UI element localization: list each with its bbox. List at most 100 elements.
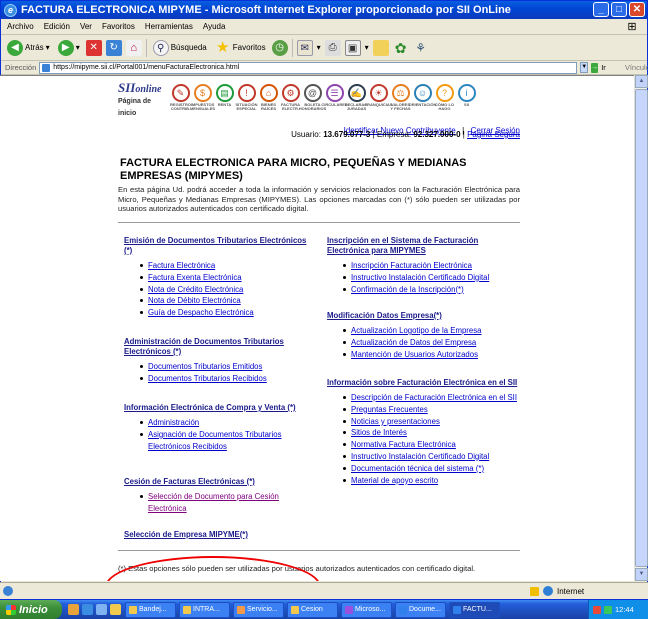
- links-label[interactable]: Vínculos: [625, 63, 648, 72]
- section-title[interactable]: Administración de Documentos Tributarios…: [124, 337, 284, 356]
- link-sitios-interes[interactable]: Sitios de Interés: [351, 428, 407, 437]
- link-instructivo-certificado[interactable]: Instructivo Instalación Certificado Digi…: [351, 273, 489, 282]
- menu-edicion[interactable]: Edición: [44, 22, 70, 31]
- chevron-down-icon[interactable]: ▾: [317, 43, 321, 52]
- link-asignacion-documentos[interactable]: Asignación de Documentos Tributarios Ele…: [148, 430, 281, 451]
- search-button[interactable]: ⚲ Búsqueda: [151, 37, 209, 59]
- link-instructivo-certificado-2[interactable]: Instructivo Instalación Certificado Digi…: [351, 452, 489, 461]
- link-factura-electronica[interactable]: Factura Electrónica: [148, 261, 215, 270]
- messenger-icon[interactable]: ✿: [393, 40, 409, 56]
- banner-orientacion-tributaria-button[interactable]: ☺ ORIENTACIÓN: [409, 84, 436, 111]
- banner-situacion-especial-button[interactable]: ! SITUACIÓN ESPECIAL: [236, 84, 258, 111]
- link-descripcion-facturacion[interactable]: Descripción de Facturación Electrónica e…: [351, 393, 517, 402]
- menu-favoritos[interactable]: Favoritos: [102, 22, 135, 31]
- chevron-down-icon[interactable]: ▾: [76, 43, 80, 52]
- link-nota-debito[interactable]: Nota de Débito Electrónica: [148, 296, 241, 305]
- link-actualizacion-logotipo[interactable]: Actualización Logotipo de la Empresa: [351, 326, 481, 335]
- menu-herramientas[interactable]: Herramientas: [145, 22, 193, 31]
- title-bar[interactable]: e FACTURA ELECTRONICA MIPYME - Microsoft…: [1, 1, 647, 19]
- banner-boleta-honorarios-button[interactable]: @ BOLETA HONORARIOS: [299, 84, 326, 111]
- address-dropdown-icon[interactable]: ▼: [580, 62, 589, 73]
- print-icon[interactable]: ⎙: [324, 39, 341, 56]
- banner-renta-button[interactable]: ▤ RENTA: [214, 84, 235, 111]
- sii-logo[interactable]: SIIonline Página de inicio: [118, 81, 170, 120]
- favorites-button[interactable]: ★ Favoritos: [213, 37, 268, 59]
- taskbar-task-button[interactable]: Servicio...: [233, 601, 284, 618]
- quicklaunch-outlook-icon[interactable]: [68, 604, 79, 615]
- quicklaunch-folder-icon[interactable]: [110, 604, 121, 615]
- section-title[interactable]: Información Electrónica de Compra y Vent…: [124, 403, 296, 412]
- link-seleccion-documento-cesion[interactable]: Selección de Documento para Cesión Elect…: [148, 492, 279, 513]
- quicklaunch-ie-icon[interactable]: [82, 604, 93, 615]
- edit-icon[interactable]: ▣: [344, 39, 361, 56]
- highlight-ellipse: [105, 556, 321, 581]
- research-icon[interactable]: ⚘: [413, 40, 429, 56]
- taskbar-task-button[interactable]: FACTU...: [449, 601, 500, 618]
- quicklaunch-desktop-icon[interactable]: [96, 604, 107, 615]
- tray-alert-icon[interactable]: [593, 605, 601, 614]
- section-title[interactable]: Inscripción en el Sistema de Facturación…: [327, 236, 478, 255]
- tray-network-icon[interactable]: [604, 605, 612, 614]
- link-mantencion-usuarios[interactable]: Mantención de Usuarios Autorizados: [351, 350, 478, 359]
- banner-bienes-raices-button[interactable]: ⌂ BIENES RAÍCES: [258, 84, 279, 111]
- banner-ley-franquicias-button[interactable]: ☀ FRANQUICIAS: [365, 84, 392, 111]
- factura-electronica-icon: ⚙: [281, 84, 300, 102]
- go-arrow-icon[interactable]: →: [591, 62, 599, 73]
- banner-como-lo-hago-button[interactable]: ? CÓMO LO HAGO: [434, 84, 455, 111]
- menu-archivo[interactable]: Archivo: [7, 22, 34, 31]
- link-material-apoyo[interactable]: Material de apoyo escrito: [351, 476, 438, 485]
- banner-circulares-button[interactable]: ☰ CIRCULARES: [321, 84, 348, 111]
- close-button[interactable]: ✕: [629, 2, 645, 17]
- section-title[interactable]: Modificación Datos Empresa(*): [327, 311, 442, 320]
- link-nota-credito[interactable]: Nota de Crédito Electrónica: [148, 285, 243, 294]
- link-documentos-emitidos[interactable]: Documentos Tributarios Emitidos: [148, 362, 262, 371]
- chevron-down-icon[interactable]: ▾: [365, 43, 369, 52]
- section-title[interactable]: Selección de Empresa MIPYME(*): [124, 530, 248, 539]
- link-normativa[interactable]: Normativa Factura Electrónica: [351, 440, 456, 449]
- scroll-down-icon[interactable]: ▼: [635, 568, 648, 581]
- taskbar-task-button[interactable]: INTRA...: [179, 601, 230, 618]
- maximize-button[interactable]: □: [611, 2, 627, 17]
- banner-sitio-sii-button[interactable]: i SII: [456, 84, 477, 111]
- banner-impuestos-mensuales-button[interactable]: $ IMPUESTOS MENSUALES: [190, 84, 215, 111]
- back-button[interactable]: ◀ Atrás ▾: [5, 37, 52, 59]
- banner-registro-contribuyentes-button[interactable]: ✎ REGISTRO CONTRIB.: [170, 84, 191, 111]
- vertical-scrollbar[interactable]: ▲ ▼: [634, 75, 648, 581]
- scroll-thumb[interactable]: [635, 89, 648, 567]
- section-title[interactable]: Información sobre Facturación Electrónic…: [327, 378, 517, 387]
- stop-icon[interactable]: ✕: [85, 39, 102, 56]
- section-title[interactable]: Emisión de Documentos Tributarios Electr…: [124, 236, 306, 255]
- link-factura-exenta[interactable]: Factura Exenta Electrónica: [148, 273, 242, 282]
- link-preguntas-frecuentes[interactable]: Preguntas Frecuentes: [351, 405, 428, 414]
- link-guia-despacho[interactable]: Guía de Despacho Electrónica: [148, 308, 254, 317]
- address-input[interactable]: https://mipyme.sii.cl/Portal001/menuFact…: [39, 61, 578, 74]
- link-documentos-recibidos[interactable]: Documentos Tributarios Recibidos: [148, 374, 267, 383]
- taskbar-task-button[interactable]: Microso...: [341, 601, 392, 618]
- section-title[interactable]: Cesión de Facturas Electrónicas (*): [124, 477, 255, 486]
- scroll-up-icon[interactable]: ▲: [635, 75, 648, 88]
- link-actualizacion-datos[interactable]: Actualización de Datos del Empresa: [351, 338, 476, 347]
- go-label[interactable]: Ir: [601, 63, 606, 72]
- home-link[interactable]: Página de inicio: [118, 96, 170, 120]
- clock: 12:44: [615, 605, 634, 614]
- mail-icon[interactable]: ✉: [296, 39, 313, 56]
- menu-ver[interactable]: Ver: [80, 22, 92, 31]
- home-icon[interactable]: ⌂: [125, 39, 142, 56]
- folder-icon[interactable]: [372, 39, 389, 56]
- chevron-down-icon[interactable]: ▾: [46, 43, 50, 52]
- taskbar-task-button[interactable]: Bandej...: [125, 601, 176, 618]
- link-inscripcion[interactable]: Inscripción Facturación Electrónica: [351, 261, 472, 270]
- forward-button[interactable]: ▶ ▾: [56, 37, 82, 59]
- link-administracion[interactable]: Administración: [148, 418, 199, 427]
- minimize-button[interactable]: _: [593, 2, 609, 17]
- refresh-icon[interactable]: ↻: [105, 39, 122, 56]
- link-documentacion-tecnica[interactable]: Documentación técnica del sistema (*): [351, 464, 484, 473]
- menu-ayuda[interactable]: Ayuda: [203, 22, 226, 31]
- secure-page-link[interactable]: Página Segura: [467, 130, 520, 139]
- link-confirmacion-inscripcion[interactable]: Confirmación de la Inscripción(*): [351, 285, 464, 294]
- link-noticias[interactable]: Noticias y presentaciones: [351, 417, 440, 426]
- history-icon[interactable]: ◷: [271, 39, 288, 56]
- taskbar-task-button[interactable]: Docume...: [395, 601, 446, 618]
- start-button[interactable]: Inicio: [0, 600, 62, 619]
- taskbar-task-button[interactable]: Cesion: [287, 601, 338, 618]
